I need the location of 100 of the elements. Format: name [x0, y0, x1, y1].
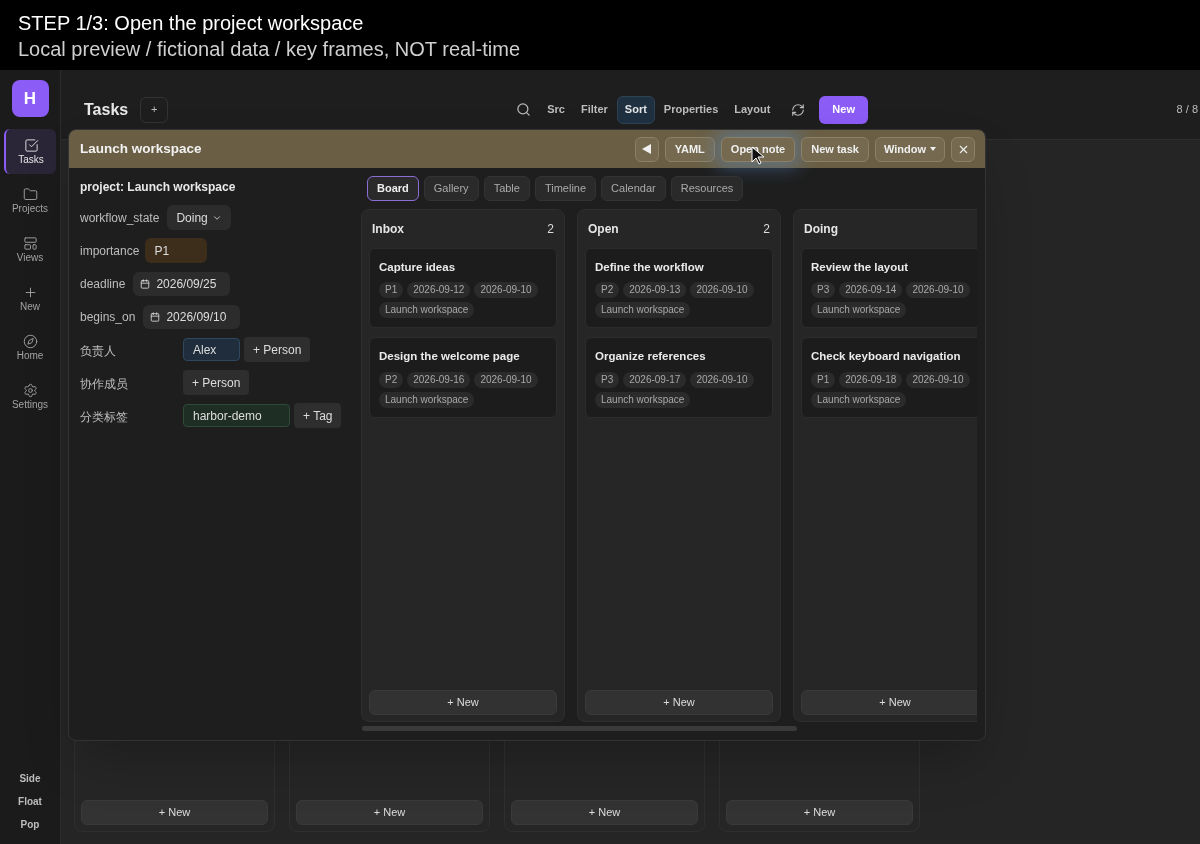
sidebar-item[interactable]: Views — [4, 227, 56, 272]
mode-button[interactable]: Side — [19, 771, 41, 786]
property-label: workflow_state — [80, 209, 160, 227]
card-tag: 2026-09-12 — [407, 282, 471, 299]
add-view-button[interactable]: + — [140, 96, 169, 123]
add-card-button[interactable]: + New — [81, 800, 268, 825]
card-tag: 2026-09-10 — [906, 282, 970, 299]
task-card[interactable]: Review the layout P3 2026-09-14 2026-09-10 Launch workspace — [801, 248, 977, 329]
card-title: Organize references — [595, 349, 707, 365]
column-count: 2 — [547, 221, 554, 238]
tag-chip[interactable]: harbor-demo — [183, 404, 290, 427]
mode-button[interactable]: Pop — [20, 817, 40, 832]
toolbar-button[interactable]: Filter — [573, 95, 615, 124]
toolbar-button[interactable]: Src — [540, 95, 572, 124]
card-tag: 2026-09-13 — [623, 282, 687, 299]
column-count: 2 — [763, 221, 770, 238]
date-field[interactable]: 2026/09/10 — [143, 304, 241, 329]
card-tag: P3 — [595, 371, 620, 388]
card-tag: Launch workspace — [811, 302, 907, 319]
card-tag: Launch workspace — [811, 391, 907, 408]
card-tag: 2026-09-10 — [474, 282, 538, 299]
card-tag: Launch workspace — [595, 391, 691, 408]
card-tag: 2026-09-10 — [690, 282, 754, 299]
window-menu-button[interactable]: Window — [874, 136, 945, 162]
card-tag: Launch workspace — [379, 391, 475, 408]
card-tag: 2026-09-10 — [474, 371, 538, 388]
triangle-left-icon — [642, 144, 652, 154]
property-label: importance — [80, 242, 140, 260]
sidebar-item[interactable]: Projects — [4, 178, 56, 223]
card-tag: P2 — [379, 371, 404, 388]
sidebar-item[interactable]: Tasks — [4, 129, 56, 174]
card-tag: 2026-09-14 — [839, 282, 903, 299]
add-card-button[interactable]: + New — [296, 800, 483, 825]
state-dropdown[interactable]: Doing — [167, 205, 231, 230]
card-tag: 2026-09-16 — [407, 371, 471, 388]
back-button[interactable] — [634, 136, 659, 162]
sidebar-item[interactable]: Settings — [4, 374, 56, 419]
date-field[interactable]: 2026/09/25 — [133, 271, 231, 296]
add-card-button[interactable]: + New — [585, 690, 773, 715]
card-tag: Launch workspace — [379, 302, 475, 319]
view-tab[interactable]: Timeline — [534, 176, 597, 201]
view-tab[interactable]: Calendar — [601, 176, 666, 201]
card-tag: P2 — [595, 282, 620, 299]
calendar-icon — [150, 311, 161, 322]
person-chip[interactable]: Alex — [183, 338, 240, 361]
task-card[interactable]: Organize references P3 2026-09-17 2026-09-10 Launch workspace — [585, 337, 773, 418]
add-card-button[interactable]: + New — [726, 800, 913, 825]
toolbar-button[interactable]: Sort — [616, 95, 655, 124]
card-tag: P3 — [811, 282, 836, 299]
view-tab[interactable]: Resources — [670, 176, 744, 201]
sidebar-item[interactable]: Home — [4, 325, 56, 370]
priority-field[interactable]: P1 — [145, 238, 208, 263]
card-title: Capture ideas — [379, 260, 457, 275]
task-card[interactable]: Define the workflow P2 2026-09-13 2026-09-10 Launch workspace — [585, 248, 773, 329]
header-button[interactable]: YAML — [664, 136, 715, 162]
property-label: 分类标签 — [80, 409, 128, 424]
task-card[interactable]: Design the welcome page P2 2026-09-16 2026-09-10 Launch workspace — [369, 337, 557, 418]
project-heading: project: Launch workspace — [80, 179, 237, 196]
new-button[interactable]: New — [819, 95, 868, 124]
close-button[interactable] — [951, 136, 975, 162]
settings-icon — [22, 383, 38, 398]
sidebar-item[interactable]: New — [4, 276, 56, 321]
card-title: Design the welcome page — [379, 349, 521, 365]
task-card[interactable]: Capture ideas P1 2026-09-12 2026-09-10 Launch workspace — [369, 248, 557, 329]
column-title: Inbox — [372, 221, 404, 238]
add-tag-button[interactable]: + Tag — [294, 403, 342, 428]
property-label: deadline — [80, 275, 126, 293]
add-card-button[interactable]: + New — [801, 690, 977, 715]
app-logo[interactable]: H — [11, 80, 49, 117]
add-person-button[interactable]: + Person — [244, 337, 311, 362]
card-title: Define the workflow — [595, 260, 705, 275]
add-card-button[interactable]: + New — [511, 800, 698, 825]
task-card[interactable]: Check keyboard navigation P1 2026-09-18 2026-09-10 Launch workspace — [801, 337, 977, 418]
folder-icon — [22, 187, 38, 202]
horizontal-scrollbar[interactable] — [362, 726, 797, 731]
step-subtitle: Local preview / fictional data / key frames, NOT real-time — [18, 37, 522, 62]
caret-icon — [930, 147, 936, 151]
card-tag: 2026-09-18 — [839, 371, 903, 388]
toolbar-button[interactable]: Layout — [727, 95, 778, 124]
mode-button[interactable]: Float — [18, 794, 42, 809]
view-tab[interactable]: Table — [483, 176, 530, 201]
page-title: Tasks — [84, 99, 129, 120]
property-label: begins_on — [80, 308, 136, 326]
card-tag: 2026-09-10 — [690, 371, 754, 388]
add-person-button[interactable]: + Person — [183, 370, 250, 395]
card-title: Check keyboard navigation — [811, 349, 962, 365]
header-button[interactable]: New task — [801, 136, 869, 162]
add-card-button[interactable]: + New — [369, 690, 557, 715]
calendar-icon — [140, 278, 151, 289]
card-tag: P1 — [379, 282, 404, 299]
compass-icon — [22, 334, 38, 349]
step-title: STEP 1/3: Open the project workspace — [18, 11, 365, 36]
column-title: Open — [588, 221, 619, 238]
view-tab[interactable]: Gallery — [423, 176, 479, 201]
property-label: 协作成员 — [80, 376, 128, 391]
toolbar-button[interactable]: Properties — [656, 95, 726, 124]
view-tab[interactable]: Board — [367, 176, 419, 201]
checkbox-icon — [23, 138, 39, 153]
window-title: Launch workspace — [80, 139, 202, 158]
card-title: Review the layout — [811, 260, 910, 275]
